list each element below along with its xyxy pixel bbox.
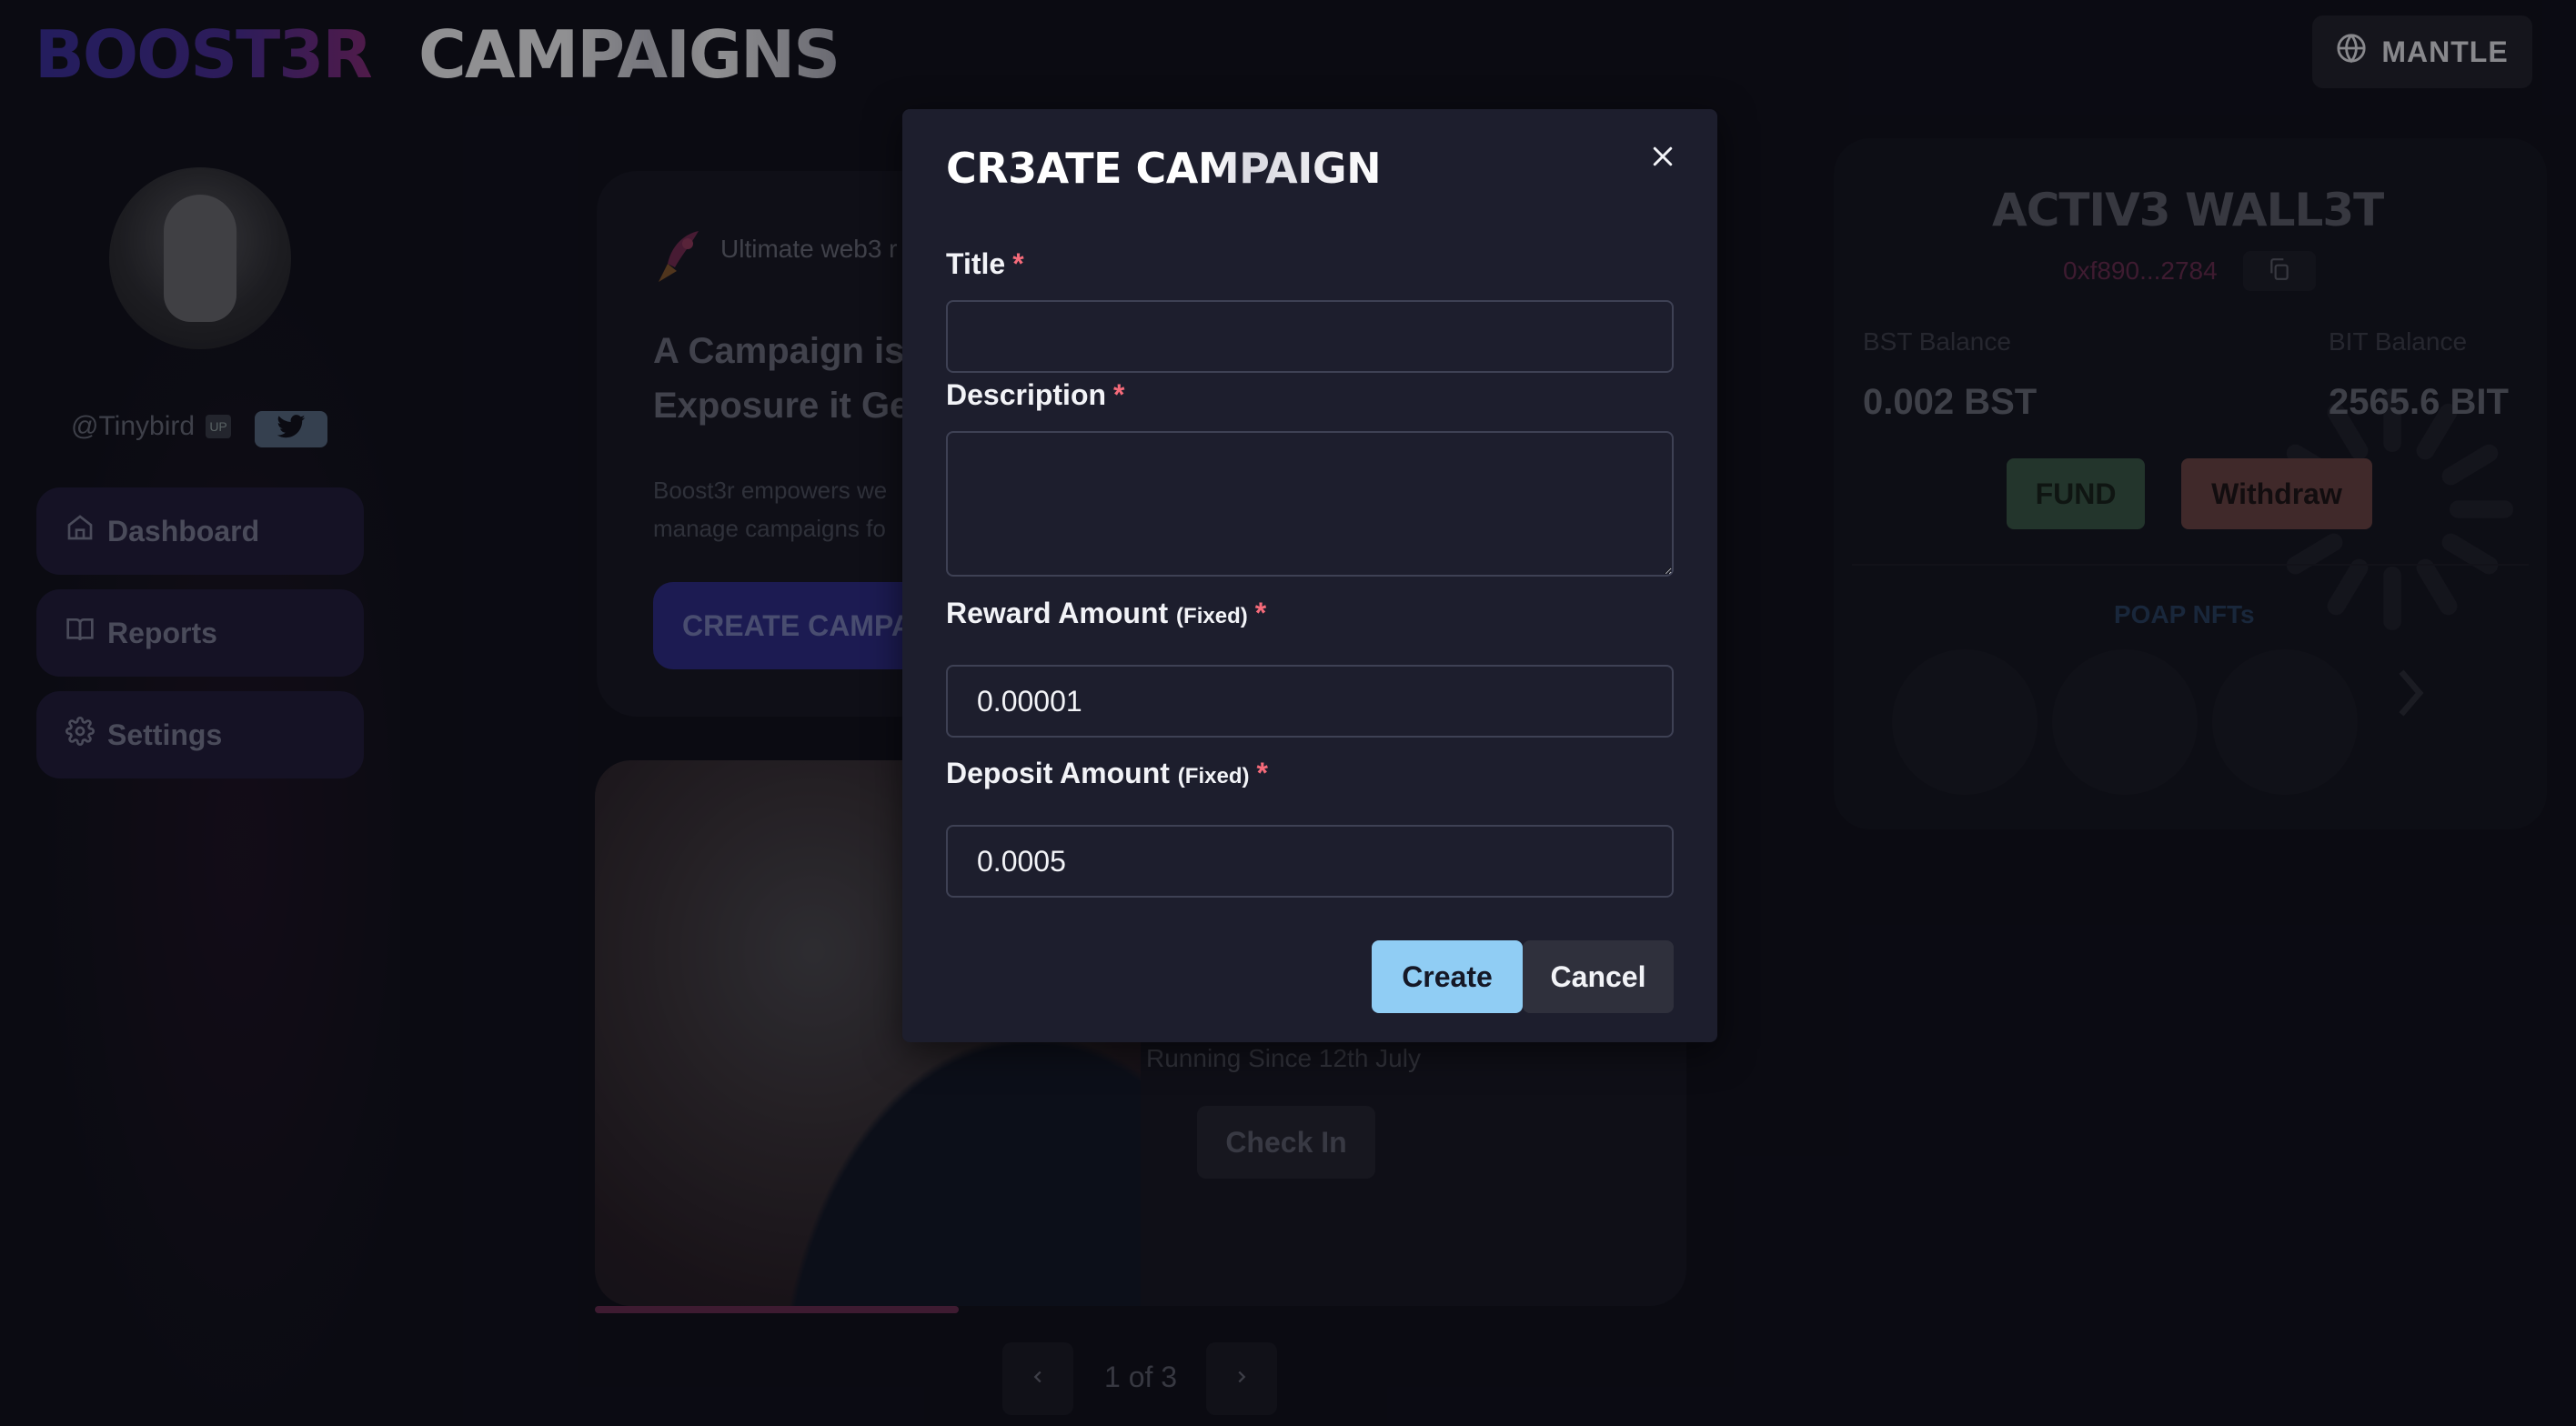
create-button[interactable]: Create	[1372, 940, 1523, 1013]
deposit-amount-input[interactable]	[946, 825, 1674, 898]
reward-amount-field-label: Reward Amount (Fixed) *	[946, 597, 1266, 630]
create-campaign-modal: CR3ATE CAMPAIGN Title * Description * Rewa…	[902, 109, 1717, 1042]
modal-title: CR3ATE CAMPAIGN	[946, 144, 1382, 193]
close-icon	[1649, 143, 1676, 175]
title-field-label: Title *	[946, 247, 1024, 281]
reward-amount-suffix: (Fixed)	[1176, 604, 1248, 628]
deposit-amount-label-text: Deposit Amount	[946, 757, 1170, 789]
close-button[interactable]	[1641, 136, 1685, 180]
reward-amount-input[interactable]	[946, 665, 1674, 738]
required-asterisk: *	[1256, 757, 1268, 789]
required-asterisk: *	[1012, 247, 1024, 280]
deposit-amount-suffix: (Fixed)	[1177, 764, 1250, 788]
description-textarea[interactable]	[946, 431, 1674, 577]
required-asterisk: *	[1254, 597, 1267, 629]
required-asterisk: *	[1113, 378, 1125, 411]
deposit-amount-field-label: Deposit Amount (Fixed) *	[946, 757, 1268, 790]
reward-amount-label-text: Reward Amount	[946, 597, 1169, 629]
title-input[interactable]	[946, 300, 1674, 373]
description-label-text: Description	[946, 378, 1107, 411]
description-field-label: Description *	[946, 378, 1124, 412]
title-label-text: Title	[946, 247, 1006, 280]
cancel-button[interactable]: Cancel	[1523, 940, 1674, 1013]
